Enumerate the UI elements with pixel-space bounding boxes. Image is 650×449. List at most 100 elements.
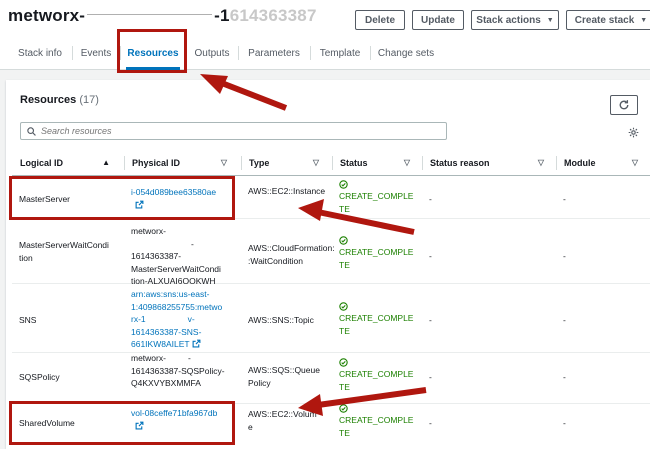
column-label: Type	[249, 158, 270, 168]
logical-id-cell: MasterServerWaitCondi tion	[19, 239, 134, 264]
physical-id-link[interactable]: 1:409868255755:metwo	[131, 302, 222, 312]
status-reason-cell: -	[429, 194, 432, 204]
resources-count: (17)	[79, 94, 99, 106]
type-cell: AWS::SQS::Queue Policy	[248, 364, 338, 389]
annotation-box-master-server	[9, 176, 235, 220]
module-cell: -	[563, 372, 566, 382]
create-stack-button[interactable]: Create stack ▼	[566, 10, 650, 30]
success-check-icon	[339, 180, 348, 189]
refresh-button[interactable]	[610, 95, 638, 115]
column-label: Logical ID	[20, 158, 64, 168]
logical-id-text: tion	[19, 252, 33, 263]
sort-icon: ▽	[403, 158, 410, 167]
type-cell: AWS::EC2::Instance	[248, 186, 326, 196]
tab-label: Template	[319, 47, 361, 59]
type-text: :WaitCondition	[248, 255, 303, 266]
delete-button[interactable]: Delete	[355, 10, 405, 30]
create-stack-label: Create stack	[574, 14, 635, 26]
module-cell: -	[563, 418, 566, 428]
column-label: Status reason	[430, 158, 490, 168]
resources-title: Resources	[20, 94, 77, 106]
sort-ascending-icon: ▲	[102, 158, 110, 167]
status-reason-cell: -	[429, 315, 432, 325]
tab-label: Change sets	[377, 47, 435, 59]
physical-id-link[interactable]: rx-1	[131, 314, 146, 324]
status-cell: CREATE_COMPLE TE	[339, 404, 419, 439]
status-text: CREATE_COMPLE	[339, 369, 414, 379]
column-label: Physical ID	[132, 158, 181, 168]
column-header-type[interactable]: Type ▽	[241, 150, 329, 176]
table-row: MasterServerWaitCondi tion metworx- - 161…	[12, 220, 650, 286]
status-text: CREATE_COMPLE	[339, 415, 414, 425]
column-header-logical-id[interactable]: Logical ID ▲	[20, 150, 120, 176]
success-check-icon	[339, 236, 348, 245]
status-text: CREATE_COMPLE	[339, 247, 414, 257]
column-header-status[interactable]: Status ▽	[332, 150, 420, 176]
physical-id-text: 1614363387-	[131, 251, 182, 261]
type-cell: AWS::CloudFormation::WaitCondition	[248, 242, 338, 267]
update-button[interactable]: Update	[412, 10, 464, 30]
status-cell: CREATE_COMPLE TE	[339, 302, 419, 337]
stack-tabs: Stack info Events Resources Outputs Para…	[0, 38, 650, 70]
resources-panel: Resources (17) Logical ID ▲ Physical ID ▽ …	[6, 80, 650, 449]
physical-id-text: 1614363387-SQSPolicy-	[131, 365, 225, 376]
sort-icon: ▽	[312, 158, 319, 167]
type-text: AWS::SQS::Queue	[248, 365, 320, 375]
status-reason-cell: -	[429, 418, 432, 428]
tab-template[interactable]: Template	[310, 38, 370, 68]
physical-id-link[interactable]: arn:aws:sns:us-east-	[131, 289, 209, 299]
status-text: CREATE_COMPLE	[339, 191, 414, 201]
status-cell: CREATE_COMPLE TE	[339, 358, 419, 393]
physical-id-cell: metworx- - 1614363387- MasterServerWaitC…	[131, 225, 243, 288]
tab-outputs[interactable]: Outputs	[186, 38, 238, 68]
type-text: AWS::EC2::Volum	[248, 409, 317, 419]
refresh-icon	[619, 100, 629, 110]
physical-id-text: metworx-	[131, 226, 166, 236]
physical-id-link[interactable]: 1614363387-SNS-	[131, 327, 201, 337]
search-field[interactable]	[20, 122, 447, 140]
status-text: TE	[339, 325, 350, 336]
tab-change-sets[interactable]: Change sets	[370, 38, 442, 68]
column-header-status-reason[interactable]: Status reason ▽	[422, 150, 554, 176]
sort-icon: ▽	[537, 158, 544, 167]
stack-name-title: metworx- -1614363387	[8, 6, 317, 26]
tab-events[interactable]: Events	[72, 38, 120, 68]
external-link-icon[interactable]	[192, 339, 201, 352]
table-row: SQSPolicy metworx- - 1614363387-SQSPolicy…	[12, 352, 650, 404]
tab-label: Stack info	[18, 47, 62, 59]
column-header-physical-id[interactable]: Physical ID ▽	[124, 150, 237, 176]
table-row: SNS arn:aws:sns:us-east- 1:409868255755:…	[12, 285, 650, 353]
tab-parameters[interactable]: Parameters	[238, 38, 310, 68]
tab-label: Parameters	[248, 47, 300, 59]
delete-button-label: Delete	[364, 14, 395, 26]
physical-id-cell: metworx- - 1614363387-SQSPolicy- Q4KXVYBX…	[131, 352, 246, 390]
caret-down-icon: ▼	[640, 16, 648, 24]
physical-id-link[interactable]: v-	[146, 314, 195, 324]
table-header: Logical ID ▲ Physical ID ▽ Type ▽ Status ▽ S…	[12, 150, 650, 176]
physical-id-text: metworx-	[131, 353, 166, 363]
type-cell: AWS::EC2::Volum e	[248, 408, 333, 433]
preferences-button[interactable]	[626, 125, 640, 139]
status-reason-cell: -	[429, 251, 432, 261]
physical-id-link[interactable]: 661IKW8AILET	[131, 339, 189, 349]
physical-id-text: Q4KXVYBXMMFA	[131, 378, 201, 388]
search-input[interactable]	[41, 126, 421, 136]
status-cell: CREATE_COMPLE TE	[339, 180, 419, 215]
stack-actions-button[interactable]: Stack actions ▼	[471, 10, 559, 30]
tab-label: Outputs	[194, 47, 230, 59]
type-cell: AWS::SNS::Topic	[248, 315, 314, 325]
module-cell: -	[563, 194, 566, 204]
physical-id-cell[interactable]: arn:aws:sns:us-east- 1:409868255755:metw…	[131, 288, 243, 352]
module-cell: -	[563, 251, 566, 261]
tab-stack-info[interactable]: Stack info	[8, 38, 72, 68]
stack-actions-label: Stack actions	[476, 14, 541, 26]
sort-icon: ▽	[631, 158, 638, 167]
status-text: TE	[339, 427, 350, 438]
success-check-icon	[339, 358, 348, 367]
tab-label: Events	[80, 47, 112, 59]
redaction-line	[87, 14, 213, 15]
status-text: TE	[339, 259, 350, 270]
stack-name-prefix: metworx-	[8, 6, 86, 25]
column-header-module[interactable]: Module ▽	[556, 150, 648, 176]
redacted-fragment: -	[191, 238, 194, 249]
